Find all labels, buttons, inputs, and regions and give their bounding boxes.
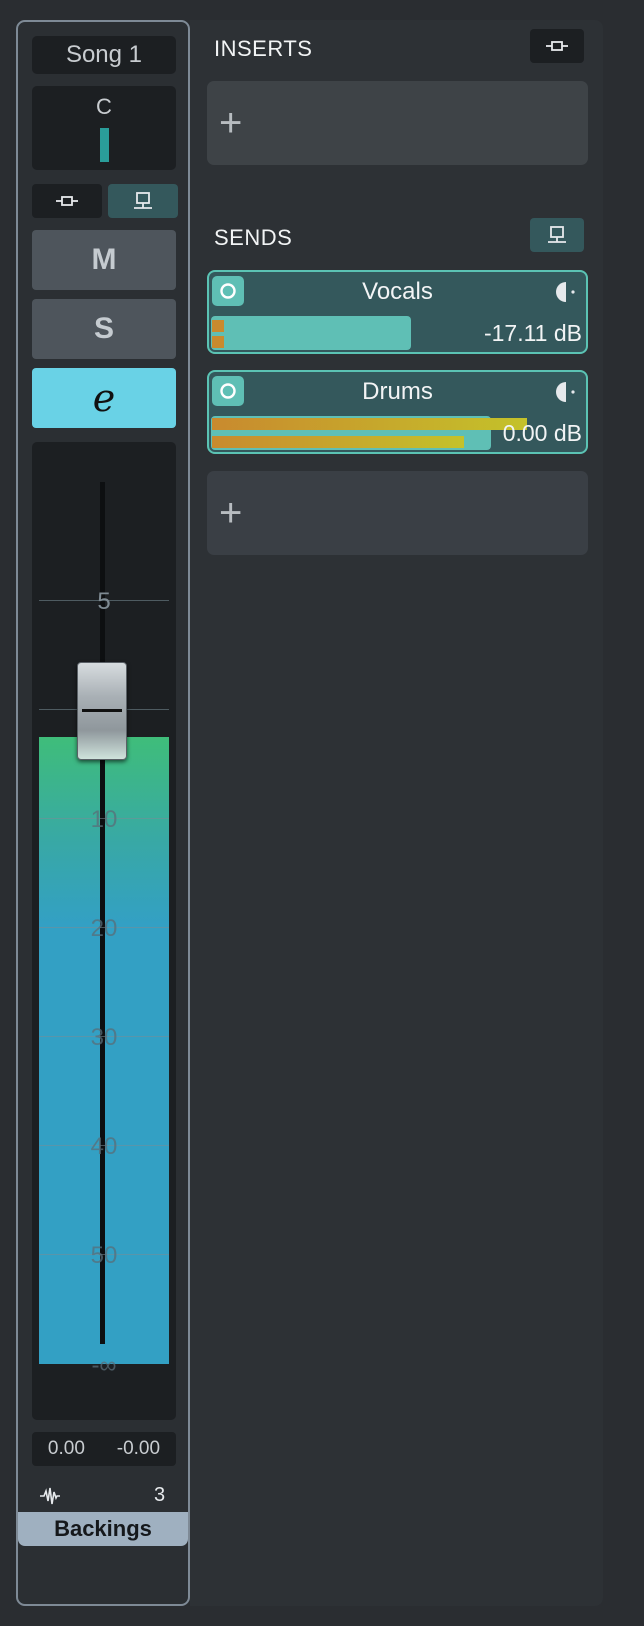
scale-label: -∞ bbox=[91, 1352, 117, 1379]
gain-value[interactable]: 0.00 bbox=[48, 1438, 85, 1460]
song-label[interactable]: Song 1 bbox=[32, 36, 176, 74]
send-pan-icon[interactable] bbox=[554, 380, 578, 404]
add-insert-button[interactable]: + bbox=[207, 81, 588, 165]
send-slot[interactable]: Drums 0.00 dB bbox=[207, 370, 588, 454]
send-meter-bar bbox=[212, 436, 464, 448]
pan-label: C bbox=[96, 94, 112, 119]
send-level-bar[interactable] bbox=[211, 316, 411, 350]
sends-header-button[interactable] bbox=[530, 218, 584, 252]
send-level-value[interactable]: -17.11 dB bbox=[484, 320, 582, 347]
scale-label: 30 bbox=[90, 1024, 118, 1051]
scale-label: 10 bbox=[90, 806, 118, 833]
routing-panel: INSERTS + SENDS Vocals -17.11 dB Drums 0… bbox=[190, 20, 603, 1606]
send-name: Vocals bbox=[362, 278, 433, 305]
send-pan-icon[interactable] bbox=[554, 280, 578, 304]
inserts-header-button[interactable] bbox=[530, 29, 584, 63]
channel-strip: Song 1 C M S e 5 0 10 20 30 bbox=[16, 20, 190, 1606]
send-meter-bar bbox=[212, 418, 527, 430]
send-meter-bar bbox=[212, 336, 224, 348]
send-name: Drums bbox=[362, 378, 433, 405]
plus-icon: + bbox=[219, 101, 243, 145]
scale-label: 5 bbox=[97, 588, 111, 615]
pan-value[interactable]: -0.00 bbox=[117, 1438, 160, 1460]
fader-knob[interactable] bbox=[77, 662, 127, 760]
waveform-icon bbox=[40, 1487, 60, 1505]
scale-label: 50 bbox=[90, 1242, 118, 1269]
mute-button[interactable]: M bbox=[32, 230, 176, 290]
pan-indicator bbox=[100, 128, 109, 162]
inserts-title: INSERTS bbox=[214, 36, 313, 61]
sends-icon bbox=[548, 226, 566, 243]
inserts-toggle-button[interactable] bbox=[32, 184, 102, 218]
sends-icon bbox=[134, 192, 152, 209]
edit-button[interactable]: e bbox=[32, 368, 176, 428]
track-number: 3 bbox=[154, 1484, 166, 1506]
pan-control[interactable]: C bbox=[32, 86, 176, 170]
send-level-value[interactable]: 0.00 dB bbox=[503, 420, 582, 447]
edit-label: e bbox=[92, 376, 116, 420]
fader-knob-line bbox=[82, 709, 122, 712]
sends-title: SENDS bbox=[214, 225, 293, 250]
solo-button[interactable]: S bbox=[32, 299, 176, 359]
volume-fader[interactable]: 5 0 10 20 30 40 50 -∞ bbox=[32, 442, 176, 1420]
inserts-icon bbox=[546, 41, 568, 51]
plus-icon: + bbox=[219, 491, 243, 535]
track-name[interactable]: Backings bbox=[18, 1512, 188, 1546]
send-slot[interactable]: Vocals -17.11 dB bbox=[207, 270, 588, 354]
gain-pan-readout: 0.00 -0.00 bbox=[32, 1432, 176, 1466]
add-send-button[interactable]: + bbox=[207, 471, 588, 555]
scale-label: 40 bbox=[90, 1133, 118, 1160]
inserts-icon bbox=[56, 196, 78, 206]
sends-toggle-button[interactable] bbox=[108, 184, 178, 218]
scale-label: 20 bbox=[90, 915, 118, 942]
send-meter-bar bbox=[212, 320, 224, 332]
